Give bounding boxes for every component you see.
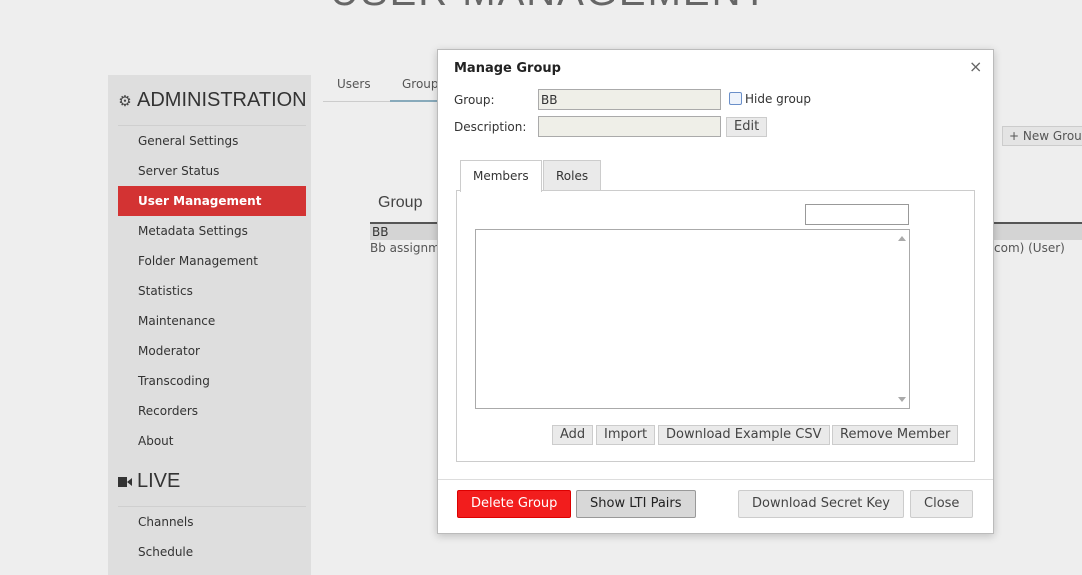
background-tabs: Users Groups (323, 74, 453, 102)
table-row-description: Bb assignme (370, 241, 448, 255)
sidebar-item-statistics[interactable]: Statistics (118, 276, 306, 306)
sidebar-item-general-settings[interactable]: General Settings (118, 126, 306, 156)
live-heading-label: LIVE (137, 470, 181, 492)
live-heading: LIVE (118, 470, 180, 493)
table-row-members: com) (User) (994, 241, 1065, 255)
description-label: Description: (454, 120, 527, 134)
gear-icon: ⚙ (118, 92, 132, 110)
admin-sidebar: ⚙ ADMINISTRATION General Settings Server… (108, 75, 311, 575)
group-label: Group: (454, 93, 495, 107)
sidebar-item-metadata-settings[interactable]: Metadata Settings (118, 216, 306, 246)
sidebar-item-server-status[interactable]: Server Status (118, 156, 306, 186)
close-dialog-button[interactable]: Close (910, 490, 974, 518)
sidebar-item-folder-management[interactable]: Folder Management (118, 246, 306, 276)
member-filter-input[interactable] (805, 204, 909, 225)
sidebar-item-schedule[interactable]: Schedule (118, 537, 306, 567)
close-icon[interactable]: × (969, 58, 982, 76)
sidebar-item-transcoding[interactable]: Transcoding (118, 366, 306, 396)
page-title: USER MANAGEMENT (330, 0, 769, 15)
dialog-footer-divider (438, 479, 993, 480)
sidebar-item-moderator[interactable]: Moderator (118, 336, 306, 366)
dialog-title: Manage Group (454, 61, 561, 76)
import-members-button[interactable]: Import (596, 425, 656, 445)
new-group-button[interactable]: + New Group (1002, 126, 1082, 146)
hide-group-label: Hide group (745, 92, 812, 106)
administration-heading-label: ADMINISTRATION (137, 89, 307, 111)
download-secret-key-button[interactable]: Download Secret Key (738, 490, 905, 518)
sidebar-item-user-management[interactable]: User Management (118, 186, 306, 216)
tab-members[interactable]: Members (460, 160, 542, 192)
video-camera-icon (118, 476, 132, 488)
scroll-down-arrow-icon[interactable] (898, 397, 906, 402)
sidebar-item-channels[interactable]: Channels (118, 507, 306, 537)
group-name-input[interactable] (538, 89, 721, 110)
show-lti-pairs-button[interactable]: Show LTI Pairs (576, 490, 696, 518)
description-input[interactable] (538, 116, 721, 137)
remove-member-button[interactable]: Remove Member (832, 425, 959, 445)
sidebar-item-about[interactable]: About (118, 426, 306, 456)
tab-users[interactable]: Users (337, 77, 371, 91)
delete-group-button[interactable]: Delete Group (457, 490, 572, 518)
manage-group-dialog: Manage Group × Group: Hide group Descrip… (437, 49, 994, 534)
download-example-csv-button[interactable]: Download Example CSV (658, 425, 830, 445)
tab-roles[interactable]: Roles (543, 160, 602, 191)
scroll-up-arrow-icon[interactable] (898, 236, 906, 241)
add-member-button[interactable]: Add (552, 425, 594, 445)
active-tab-indicator (390, 100, 440, 102)
hide-group-checkbox[interactable] (729, 92, 742, 105)
administration-heading: ⚙ ADMINISTRATION (118, 89, 307, 112)
group-column-heading: Group (378, 194, 423, 211)
sidebar-item-maintenance[interactable]: Maintenance (118, 306, 306, 336)
members-list[interactable] (475, 229, 910, 409)
members-panel: Add Import Download Example CSV Remove M… (456, 190, 975, 462)
sidebar-item-recorders[interactable]: Recorders (118, 396, 306, 426)
edit-button[interactable]: Edit (726, 117, 768, 137)
